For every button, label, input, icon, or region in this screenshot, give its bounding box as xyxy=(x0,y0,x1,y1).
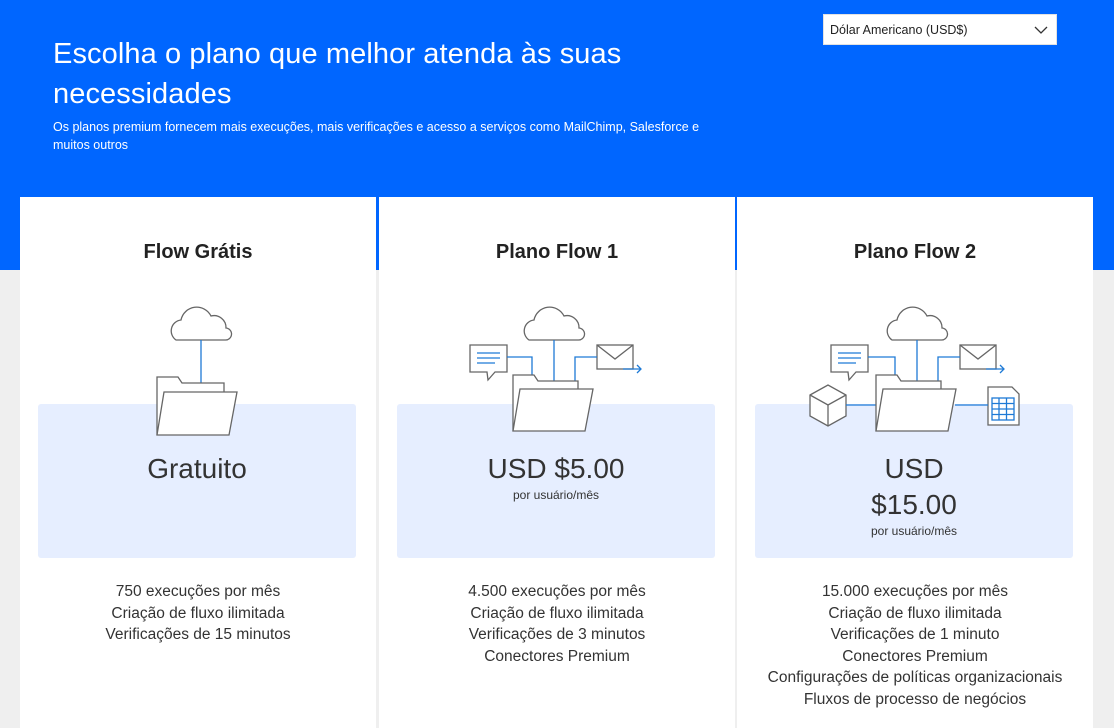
feature-item: 750 execuções por mês xyxy=(115,583,281,600)
currency-select[interactable]: Dólar Americano (USD$) xyxy=(823,14,1057,45)
plan-card-free: Flow Grátis Gratuito 750 execuções por m… xyxy=(20,197,376,728)
cloud-folder-apps-illustration xyxy=(809,306,1020,432)
cube-icon xyxy=(809,384,847,427)
folder-icon xyxy=(875,374,957,432)
plan-card-flow2: Plano Flow 2 USD $15.00 por usuário/mês xyxy=(737,197,1093,728)
plan-card-flow1: Plano Flow 1 USD $5.00 por usuário/mês 4… xyxy=(379,197,735,728)
mail-icon xyxy=(959,344,997,370)
feature-item: Verificações de 1 minuto xyxy=(830,626,1000,643)
plan-title: Plano Flow 2 xyxy=(853,241,977,263)
feature-item: 4.500 execuções por mês xyxy=(468,583,646,600)
cloud-icon xyxy=(886,306,949,341)
plan-price-amount: $15.00 xyxy=(871,489,957,520)
chat-icon xyxy=(469,344,508,382)
page-subtitle: Os planos premium fornecem mais execuçõe… xyxy=(53,120,700,152)
cloud-icon xyxy=(170,306,233,341)
plan-title: Plano Flow 1 xyxy=(495,241,619,263)
plan-price: Gratuito xyxy=(147,453,247,484)
folder-icon xyxy=(156,376,238,436)
feature-item: Criação de fluxo ilimitada xyxy=(111,604,285,622)
folder-icon xyxy=(512,374,594,432)
feature-item: 15.000 execuções por mês xyxy=(821,583,1009,600)
cloud-icon xyxy=(523,306,586,341)
page-title: Escolha o plano que melhor atenda às sua… xyxy=(53,38,622,110)
mail-icon xyxy=(596,344,634,370)
feature-item: Conectores Premium xyxy=(842,647,988,665)
feature-item: Criação de fluxo ilimitada xyxy=(470,604,644,622)
plan-title: Flow Grátis xyxy=(143,241,253,263)
chat-icon xyxy=(830,344,869,382)
cloud-folder-illustration xyxy=(156,306,238,436)
price-unit: por usuário/mês xyxy=(512,488,600,502)
feature-item: Fluxos de processo de negócios xyxy=(803,690,1027,708)
feature-list: 4.500 execuções por mês Criação de fluxo… xyxy=(379,581,735,667)
chevron-down-icon xyxy=(1034,26,1048,34)
feature-list: 750 execuções por mês Criação de fluxo i… xyxy=(20,581,376,646)
plan-price-currency: USD xyxy=(884,453,944,484)
currency-selected-value: Dólar Americano (USD$) xyxy=(830,22,968,37)
feature-item: Verificações de 15 minutos xyxy=(105,626,291,643)
feature-item: Configurações de políticas organizaciona… xyxy=(767,669,1063,686)
feature-list: 15.000 execuções por mês Criação de flux… xyxy=(737,581,1093,710)
spreadsheet-icon xyxy=(987,386,1020,426)
price-unit: por usuário/mês xyxy=(870,524,958,538)
feature-item: Verificações de 3 minutos xyxy=(468,626,646,643)
feature-item: Conectores Premium xyxy=(484,647,630,665)
cloud-folder-mail-illustration xyxy=(469,306,642,432)
feature-item: Criação de fluxo ilimitada xyxy=(828,604,1002,622)
plan-price: USD $5.00 xyxy=(487,453,625,484)
